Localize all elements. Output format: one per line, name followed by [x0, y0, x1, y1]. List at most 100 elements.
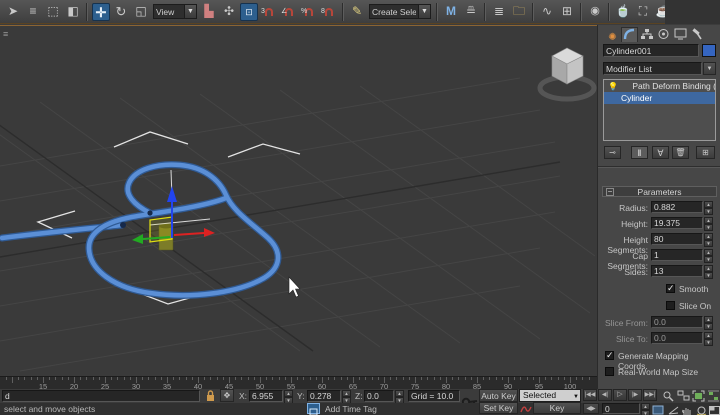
sides-field[interactable] — [651, 265, 703, 277]
key-mode-toggle[interactable]: ◀▶ — [583, 403, 599, 414]
x-coordinate-field[interactable] — [249, 390, 283, 402]
zoom-all-icon[interactable] — [677, 389, 690, 401]
time-tag-icon[interactable] — [307, 403, 320, 414]
height-field[interactable] — [651, 217, 703, 229]
lightbulb-icon[interactable]: 💡 — [608, 82, 618, 91]
configure-modifier-sets-button[interactable]: ⊞ — [696, 146, 715, 159]
set-key-button[interactable]: Set Key — [479, 402, 518, 414]
sides-spinner[interactable]: ▲▼ — [704, 265, 713, 277]
slice-to-spinner[interactable]: ▲▼ — [704, 332, 713, 344]
show-end-result-button[interactable]: ‖ — [631, 146, 648, 159]
maximize-viewport-toggle-icon[interactable] — [708, 403, 720, 415]
curve-editor-icon[interactable]: ∿ — [538, 3, 556, 21]
real-world-map-size-checkbox[interactable] — [605, 367, 614, 376]
smooth-checkbox[interactable] — [666, 284, 675, 293]
x-coordinate-spinner[interactable]: ▲▼ — [284, 390, 293, 402]
mini-viewport-icon[interactable] — [652, 403, 665, 415]
tab-motion[interactable] — [655, 28, 672, 43]
key-curve-icon[interactable] — [520, 402, 532, 414]
select-object-icon[interactable]: ➤ — [4, 3, 22, 21]
height-segments-spinner[interactable]: ▲▼ — [704, 233, 713, 245]
radius-spinner[interactable]: ▲▼ — [704, 201, 713, 213]
scene-explorer-icon[interactable]: 🗀 — [510, 3, 528, 21]
height-segments-field[interactable] — [651, 233, 703, 245]
y-coordinate-spinner[interactable]: ▲▼ — [342, 390, 351, 402]
parameters-rollout-header[interactable]: − Parameters — [602, 186, 717, 197]
material-editor-icon[interactable]: ◉ — [586, 3, 604, 21]
spinner-snap-icon[interactable]: 8 — [320, 3, 338, 21]
track-bar-timeline[interactable]: 1520253035404550556065707580859095100 — [0, 376, 597, 389]
modifier-stack-row-wsm[interactable]: 💡 Path Deform Binding (WS — [604, 80, 715, 92]
snap-3d-icon[interactable]: 3 — [260, 3, 278, 21]
select-by-name-icon[interactable]: ≡ — [24, 3, 42, 21]
chevron-down-icon[interactable]: ▼ — [184, 5, 196, 18]
slice-from-field[interactable] — [651, 316, 703, 328]
auto-key-button[interactable]: Auto Key — [479, 389, 518, 402]
zoom-extents-icon[interactable] — [692, 389, 705, 401]
use-pivot-point-center-icon[interactable]: ▙ — [200, 3, 218, 21]
modifier-stack-row-cylinder[interactable]: Cylinder — [604, 92, 715, 104]
schematic-view-icon[interactable]: ⊞ — [558, 3, 576, 21]
rendered-frame-window-icon[interactable]: ⛶ — [634, 3, 652, 21]
slice-from-spinner[interactable]: ▲▼ — [704, 316, 713, 328]
select-and-rotate-icon[interactable]: ↻ — [112, 3, 130, 21]
tab-modify[interactable] — [621, 27, 638, 42]
height-spinner[interactable]: ▲▼ — [704, 217, 713, 229]
slice-on-checkbox[interactable] — [666, 301, 675, 310]
object-name-field[interactable] — [603, 44, 699, 57]
selection-set-key-dropdown[interactable]: Selected ▼ — [519, 389, 581, 402]
key-filters-button[interactable]: Key Filters... — [533, 402, 581, 414]
z-coordinate-field[interactable] — [364, 390, 394, 402]
next-frame-button[interactable]: |▶ — [628, 389, 642, 401]
remove-modifier-button[interactable]: 🗑 — [672, 146, 689, 159]
align-icon[interactable]: ≞ — [462, 3, 480, 21]
select-and-move-icon[interactable]: ✛ — [92, 3, 110, 21]
reference-coordinate-value[interactable] — [154, 5, 184, 18]
edit-named-selection-sets-icon[interactable]: ✎ — [348, 3, 366, 21]
cap-segments-field[interactable] — [651, 249, 703, 261]
collapse-icon[interactable]: − — [606, 188, 614, 196]
frame-spinner[interactable]: ▲▼ — [641, 403, 650, 414]
tab-display[interactable] — [672, 28, 689, 43]
orbit-icon[interactable] — [695, 403, 708, 415]
pan-hand-icon[interactable] — [681, 403, 694, 415]
y-coordinate-field[interactable] — [307, 390, 341, 402]
pin-stack-button[interactable]: ⊸ — [604, 146, 621, 159]
named-selection-set-dropdown[interactable]: ▼ — [369, 4, 431, 19]
tab-hierarchy[interactable] — [638, 28, 655, 43]
tab-utilities[interactable] — [689, 28, 706, 43]
previous-frame-button[interactable]: ◀| — [598, 389, 612, 401]
go-to-start-button[interactable]: |◀◀ — [583, 389, 597, 401]
modifier-list-dropdown[interactable] — [603, 62, 702, 75]
selection-lock-icon[interactable] — [204, 389, 217, 402]
add-time-tag[interactable]: Add Time Tag — [325, 404, 377, 414]
render-setup-icon[interactable]: 🍵 — [614, 3, 632, 21]
modifier-list-arrow-button[interactable]: ▼ — [703, 62, 716, 75]
reference-coordinate-dropdown[interactable]: ▼ — [153, 4, 197, 19]
viewport-menu-icon[interactable]: ≡ — [3, 29, 8, 39]
make-unique-button[interactable]: ∀ — [652, 146, 669, 159]
radius-field[interactable] — [651, 201, 703, 213]
perspective-viewport[interactable]: ≡ — [0, 25, 597, 376]
play-button[interactable]: ▷ — [613, 389, 627, 401]
cap-segments-spinner[interactable]: ▲▼ — [704, 249, 713, 261]
maxscript-mini-listener[interactable]: d — [2, 390, 200, 402]
chevron-down-icon[interactable]: ▼ — [418, 5, 430, 18]
z-coordinate-spinner[interactable]: ▲▼ — [395, 390, 404, 402]
select-and-scale-icon[interactable]: ◱ — [132, 3, 150, 21]
current-frame-field[interactable] — [602, 403, 640, 414]
zoom-extents-all-icon[interactable] — [707, 389, 720, 401]
select-and-manipulate-icon[interactable]: ✣ — [220, 3, 238, 21]
angle-snap-icon[interactable]: ∠ — [280, 3, 298, 21]
object-color-swatch[interactable] — [702, 44, 716, 57]
mirror-icon[interactable]: M — [442, 3, 460, 21]
percent-snap-icon[interactable]: % — [300, 3, 318, 21]
go-to-end-button[interactable]: ▶▶| — [643, 389, 657, 401]
slice-to-field[interactable] — [651, 332, 703, 344]
named-selection-set-input[interactable] — [370, 5, 418, 18]
generate-mapping-coords-checkbox[interactable] — [605, 351, 614, 360]
absolute-offset-mode-icon[interactable]: ✥ — [220, 389, 234, 402]
field-of-view-icon[interactable] — [667, 403, 680, 415]
window-crossing-icon[interactable]: ◧ — [64, 3, 82, 21]
layer-manager-icon[interactable]: ≣ — [490, 3, 508, 21]
